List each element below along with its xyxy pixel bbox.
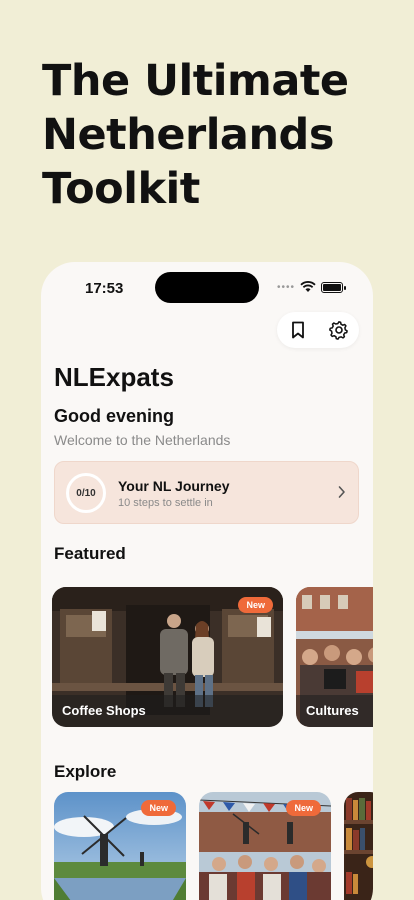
explore-heading: Explore: [54, 762, 117, 781]
featured-card-cultures[interactable]: Cultures: [296, 587, 373, 727]
journey-card[interactable]: 0/10 Your NL Journey 10 steps to settle …: [54, 461, 359, 524]
journey-title: Your NL Journey: [118, 478, 230, 494]
featured-card-label: Coffee Shops: [52, 695, 283, 727]
bookmark-button[interactable]: [283, 315, 313, 345]
featured-card-coffee-shops[interactable]: New Coffee Shops: [52, 587, 283, 727]
status-time: 17:53: [85, 280, 124, 297]
new-badge: New: [238, 597, 273, 613]
explore-card-windmill[interactable]: New: [54, 792, 186, 900]
bookmark-icon: [291, 321, 304, 339]
marketing-headline: The Ultimate Netherlands Toolkit: [42, 56, 349, 214]
app-title: NLExpats: [54, 362, 174, 392]
settings-button[interactable]: [324, 315, 354, 345]
featured-heading: Featured: [54, 544, 126, 563]
featured-card-label: Cultures: [296, 695, 373, 727]
gear-icon: [328, 321, 348, 340]
new-badge: New: [286, 800, 321, 816]
phone-screen: 17:53 •••• NLExpats Good evening Welcome…: [41, 262, 373, 900]
new-badge: New: [141, 800, 176, 816]
status-icons: ••••: [276, 281, 346, 293]
journey-subtitle: 10 steps to settle in: [118, 497, 213, 509]
explore-card-library[interactable]: [344, 792, 373, 900]
battery-icon: [321, 281, 346, 293]
library-photo: [344, 792, 373, 900]
greeting: Good evening: [54, 406, 175, 426]
journey-progress-ring: 0/10: [66, 473, 106, 513]
wifi-icon: [300, 281, 316, 292]
explore-card-festival[interactable]: New: [199, 792, 331, 900]
welcome-text: Welcome to the Netherlands: [54, 432, 231, 448]
top-toolbar: [277, 312, 359, 348]
dynamic-island: [155, 272, 259, 303]
status-bar: 17:53 ••••: [41, 272, 373, 306]
signal-icon: ••••: [276, 281, 295, 293]
chevron-right-icon: [338, 486, 345, 498]
